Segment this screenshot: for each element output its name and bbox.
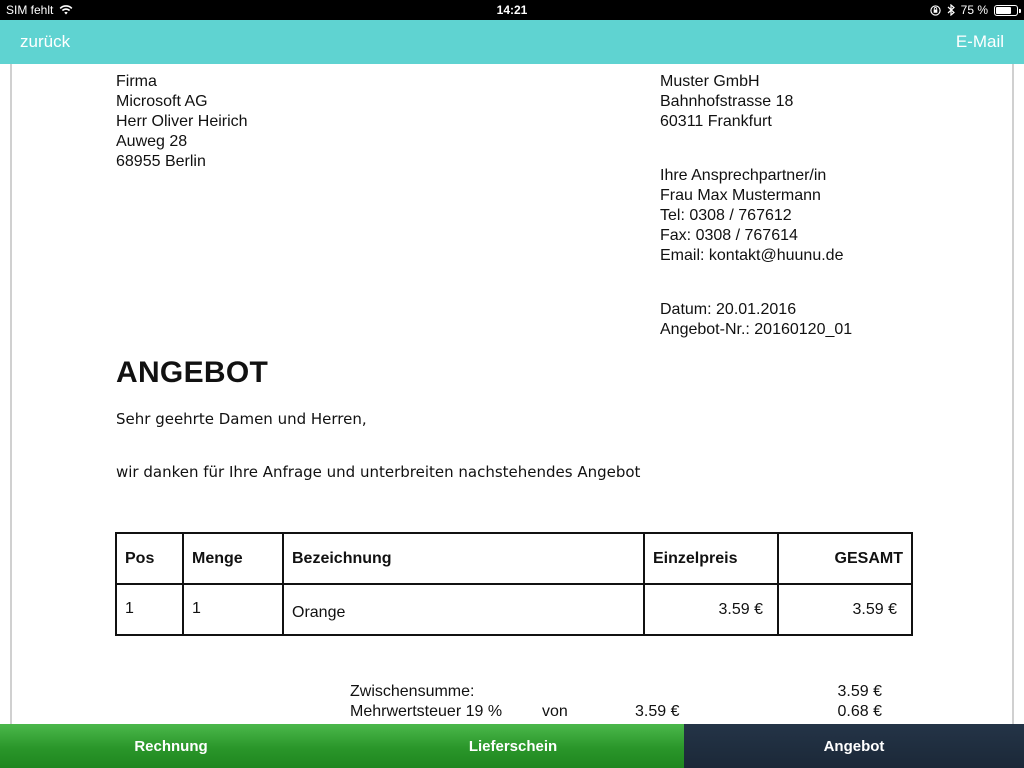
battery-fill — [996, 7, 1011, 14]
table-row: 1 1 Orange 3.59 € 3.59 € — [115, 583, 913, 636]
document-type-tab-bar: Rechnung Lieferschein Angebot — [0, 724, 1024, 768]
vat-base: 3.59 € — [635, 703, 680, 720]
recipient-line: Firma — [116, 73, 157, 90]
cell-unit-price: 3.59 € — [643, 583, 779, 636]
recipient-line: Microsoft AG — [116, 93, 208, 110]
clock: 14:21 — [496, 3, 528, 17]
navigation-bar: zurück E-Mail — [0, 20, 1024, 64]
bluetooth-icon — [947, 4, 955, 16]
intro-text: wir danken für Ihre Anfrage und unterbre… — [116, 463, 641, 481]
subtotal-label: Zwischensumme: — [350, 683, 475, 700]
tab-lieferschein[interactable]: Lieferschein — [342, 724, 684, 768]
cell-total: 3.59 € — [777, 583, 913, 636]
battery-percent: 75 % — [960, 3, 988, 17]
recipient-line: Herr Oliver Heirich — [116, 113, 248, 130]
offer-number: Angebot-Nr.: 20160120_01 — [660, 321, 853, 338]
sender-line: Bahnhofstrasse 18 — [660, 93, 794, 110]
sender-address: Muster GmbH Bahnhofstrasse 18 60311 Fran… — [660, 72, 793, 132]
battery-icon — [994, 5, 1021, 16]
status-right: 75 % — [929, 3, 1021, 17]
totals-block: Zwischensumme: 3.59 € Mehrwertsteuer 19 … — [350, 682, 890, 722]
vat-row: Mehrwertsteuer 19 % von 3.59 € 0.68 € — [350, 702, 890, 722]
contact-block: Ihre Ansprechpartner/in Frau Max Musterm… — [660, 166, 843, 266]
contact-line: Frau Max Mustermann — [660, 187, 821, 204]
status-bar: SIM fehlt 14:21 75 % — [0, 0, 1024, 20]
recipient-address: Firma Microsoft AG Herr Oliver Heirich A… — [116, 72, 248, 172]
email-button[interactable]: E-Mail — [956, 32, 1004, 52]
contact-line: Email: kontakt@huunu.de — [660, 247, 844, 264]
subtotal-value: 3.59 € — [837, 683, 882, 700]
salutation: Sehr geehrte Damen und Herren, — [116, 410, 367, 428]
offer-date: Datum: 20.01.2016 — [660, 301, 797, 318]
cell-description: Orange — [282, 583, 645, 636]
subtotal-row: Zwischensumme: 3.59 € — [350, 682, 890, 702]
offer-document[interactable]: Firma Microsoft AG Herr Oliver Heirich A… — [10, 64, 1014, 724]
header-unit-price: Einzelpreis — [643, 532, 779, 585]
sender-line: Muster GmbH — [660, 73, 760, 90]
vat-of-label: von — [542, 703, 568, 720]
vat-value: 0.68 € — [837, 703, 882, 720]
tab-rechnung[interactable]: Rechnung — [0, 724, 342, 768]
header-qty: Menge — [182, 532, 284, 585]
contact-line: Fax: 0308 / 767614 — [660, 227, 798, 244]
vat-label: Mehrwertsteuer 19 % — [350, 703, 503, 720]
items-table: Pos Menge Bezeichnung Einzelpreis GESAMT… — [115, 532, 913, 636]
recipient-line: 68955 Berlin — [116, 153, 206, 170]
header-total: GESAMT — [777, 532, 913, 585]
document-title: ANGEBOT — [116, 356, 269, 389]
cell-pos: 1 — [115, 583, 184, 636]
recipient-line: Auweg 28 — [116, 133, 188, 150]
battery-tip — [1019, 9, 1021, 13]
header-pos: Pos — [115, 532, 184, 585]
sender-line: 60311 Frankfurt — [660, 113, 772, 130]
tab-angebot[interactable]: Angebot — [684, 724, 1024, 768]
date-block: Datum: 20.01.2016 Angebot-Nr.: 20160120_… — [660, 300, 852, 340]
rotation-lock-icon — [929, 4, 941, 16]
back-button[interactable]: zurück — [20, 32, 70, 52]
contact-line: Tel: 0308 / 767612 — [660, 207, 792, 224]
cell-qty: 1 — [182, 583, 284, 636]
table-header-row: Pos Menge Bezeichnung Einzelpreis GESAMT — [115, 532, 913, 585]
header-description: Bezeichnung — [282, 532, 645, 585]
contact-line: Ihre Ansprechpartner/in — [660, 167, 827, 184]
